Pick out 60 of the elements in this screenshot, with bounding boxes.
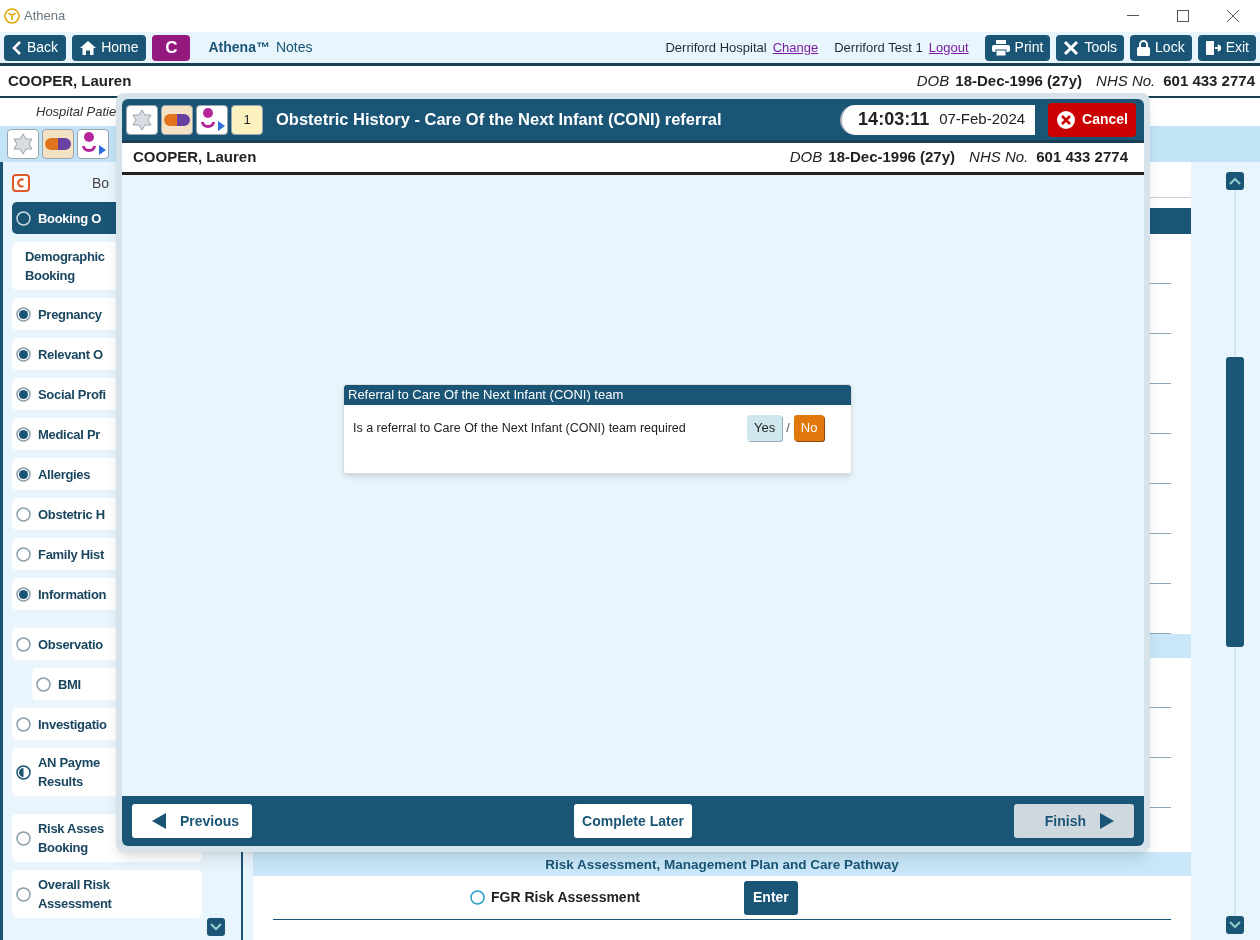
nhs-number: 601 433 2774 <box>1036 147 1128 168</box>
nhs-number: 601 433 2774 <box>1163 70 1255 91</box>
tools-button[interactable]: Tools <box>1056 34 1125 61</box>
row-label: FGR Risk Assessment <box>491 888 641 907</box>
separator-text: / <box>786 419 790 438</box>
window-title: Athena <box>24 7 66 26</box>
sidebar-heading: Bo <box>92 173 110 193</box>
chevron-icon <box>210 923 222 931</box>
exit-icon <box>1204 39 1221 56</box>
dob-label: DOB <box>789 147 823 168</box>
sidebar-item[interactable]: Overall Risk Assessment <box>12 870 202 918</box>
location-label: Hospital Patie <box>36 103 117 122</box>
enter-button[interactable]: Enter <box>744 880 798 915</box>
complete-later-button[interactable]: Complete Later <box>574 804 692 838</box>
scrollbar-thumb[interactable] <box>1226 357 1244 647</box>
card-title: Referral to Care Of the Next Infant (CONI) team <box>344 385 851 405</box>
back-icon <box>12 39 22 56</box>
c-logo-icon <box>12 174 30 192</box>
scroll-down-button[interactable] <box>207 918 225 936</box>
nhs-label: NHS No. <box>1096 70 1156 91</box>
chevron-icon <box>1229 177 1241 185</box>
user-name: Derriford Test 1 <box>834 38 923 57</box>
logout-link[interactable]: Logout <box>928 37 969 58</box>
exit-button[interactable]: Exit <box>1197 34 1256 61</box>
clock-time: 14:03:11 <box>858 108 930 131</box>
print-button[interactable]: Print <box>984 34 1051 61</box>
modal-title: Obstetric History - Care Of the Next Infant (CONI) referral <box>276 109 722 131</box>
forward-arrow-icon <box>1100 813 1114 829</box>
pill-icon[interactable] <box>42 129 74 159</box>
scroll-up-button[interactable] <box>1226 172 1244 190</box>
hospital-name: Derriford Hospital <box>665 38 767 57</box>
patient-name: COOPER, Lauren <box>8 70 132 91</box>
section-header: Risk Assessment, Management Plan and Care Pathway <box>253 852 1191 876</box>
dob-value: 18-Dec-1996 (27y) <box>955 70 1083 91</box>
printer-icon <box>991 39 1010 56</box>
brand-badge[interactable]: C <box>152 34 191 61</box>
lock-icon <box>1137 39 1151 56</box>
app-logo-icon <box>4 8 20 24</box>
dob-label: DOB <box>916 70 950 91</box>
previous-button[interactable]: Previous <box>132 804 252 838</box>
back-arrow-icon <box>152 813 166 829</box>
pill-icon[interactable] <box>161 104 193 135</box>
cancel-button[interactable]: Cancel <box>1048 102 1136 137</box>
chevron-icon <box>1229 921 1241 929</box>
nhs-label: NHS No. <box>969 147 1029 168</box>
patient-name: COOPER, Lauren <box>133 147 257 168</box>
question-text: Is a referral to Care Of the Next Infant (CONI) team required <box>353 419 687 437</box>
notes-count-button[interactable]: 1 <box>231 104 263 135</box>
app-subtitle: Notes <box>275 38 313 57</box>
home-button[interactable]: Home <box>72 34 147 61</box>
app-title: Athena™ <box>208 38 270 57</box>
lock-button[interactable]: Lock <box>1130 34 1192 61</box>
answer-button[interactable]: Yes <box>747 415 783 441</box>
scroll-down-button[interactable] <box>1226 916 1244 934</box>
dob-value: 18-Dec-1996 (27y) <box>828 147 956 168</box>
clock-date: 07-Feb-2024 <box>939 109 1026 130</box>
change-link[interactable]: Change <box>772 37 819 58</box>
home-icon <box>80 40 97 55</box>
cancel-icon <box>1056 109 1077 130</box>
back-button[interactable]: Back <box>4 34 67 61</box>
